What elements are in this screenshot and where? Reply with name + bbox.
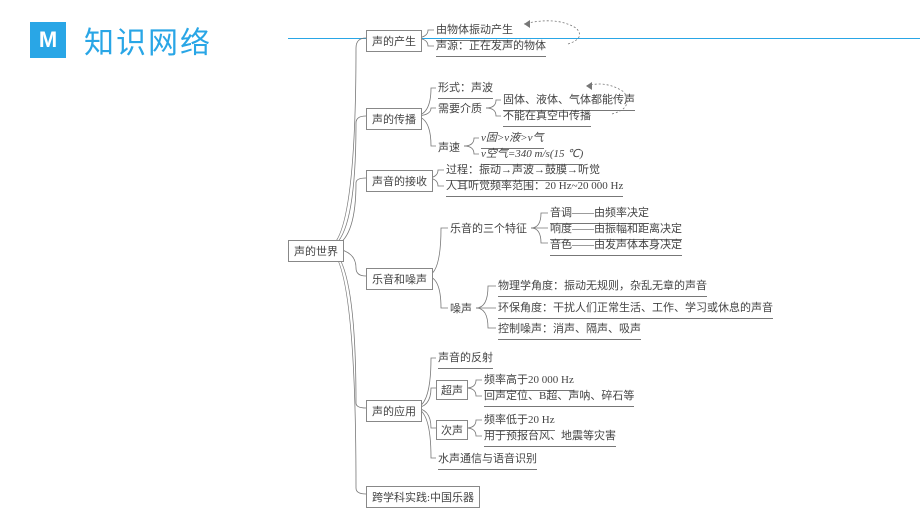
root-node: 声的世界 bbox=[288, 240, 344, 262]
node-sound-propagation: 声的传播 bbox=[366, 108, 422, 130]
leaf-noise-label: 噪声 bbox=[450, 301, 472, 318]
leaf-infra-b: 用于预报台风、地震等灾害 bbox=[484, 428, 616, 447]
leaf-music-c: 音色——由发声体本身决定 bbox=[550, 237, 682, 256]
leaf-prop-speed-label: 声速 bbox=[438, 140, 460, 157]
header: M 知识网络 bbox=[30, 18, 212, 62]
node-ultrasound: 超声 bbox=[436, 380, 468, 400]
leaf-noise-c: 控制噪声：消声、隔声、吸声 bbox=[498, 321, 641, 340]
logo-icon: M bbox=[30, 22, 66, 58]
node-sound-application: 声的应用 bbox=[366, 400, 422, 422]
node-interdisciplinary: 跨学科实践:中国乐器 bbox=[366, 486, 480, 508]
leaf-prop-medium-label: 需要介质 bbox=[438, 101, 482, 118]
leaf-prop-medium-b: 不能在真空中传播 bbox=[503, 108, 591, 127]
leaf-noise-a: 物理学角度：振动无规则，杂乱无章的声音 bbox=[498, 278, 707, 297]
leaf-app-underwater: 水声通信与语音识别 bbox=[438, 451, 537, 470]
mindmap: 声的世界 声的产生 声的传播 声音的接收 乐音和噪声 声的应用 跨学科实践:中国… bbox=[336, 8, 916, 518]
leaf-recv-b: 人耳听觉频率范围：20 Hz~20 000 Hz bbox=[446, 178, 623, 197]
leaf-prop-form: 形式：声波 bbox=[438, 80, 493, 99]
connector-lines bbox=[336, 8, 916, 518]
node-infrasound: 次声 bbox=[436, 420, 468, 440]
leaf-app-reflect: 声音的反射 bbox=[438, 350, 493, 369]
leaf-music-label: 乐音的三个特征 bbox=[450, 221, 527, 238]
leaf-gen-b: 声源：正在发声的物体 bbox=[436, 38, 546, 57]
leaf-ultra-b: 回声定位、B超、声呐、碎石等 bbox=[484, 388, 634, 407]
leaf-noise-b: 环保角度：干扰人们正常生活、工作、学习或休息的声音 bbox=[498, 300, 773, 319]
node-sound-reception: 声音的接收 bbox=[366, 170, 433, 192]
node-sound-generation: 声的产生 bbox=[366, 30, 422, 52]
page-title: 知识网络 bbox=[84, 18, 212, 62]
node-music-noise: 乐音和噪声 bbox=[366, 268, 433, 290]
